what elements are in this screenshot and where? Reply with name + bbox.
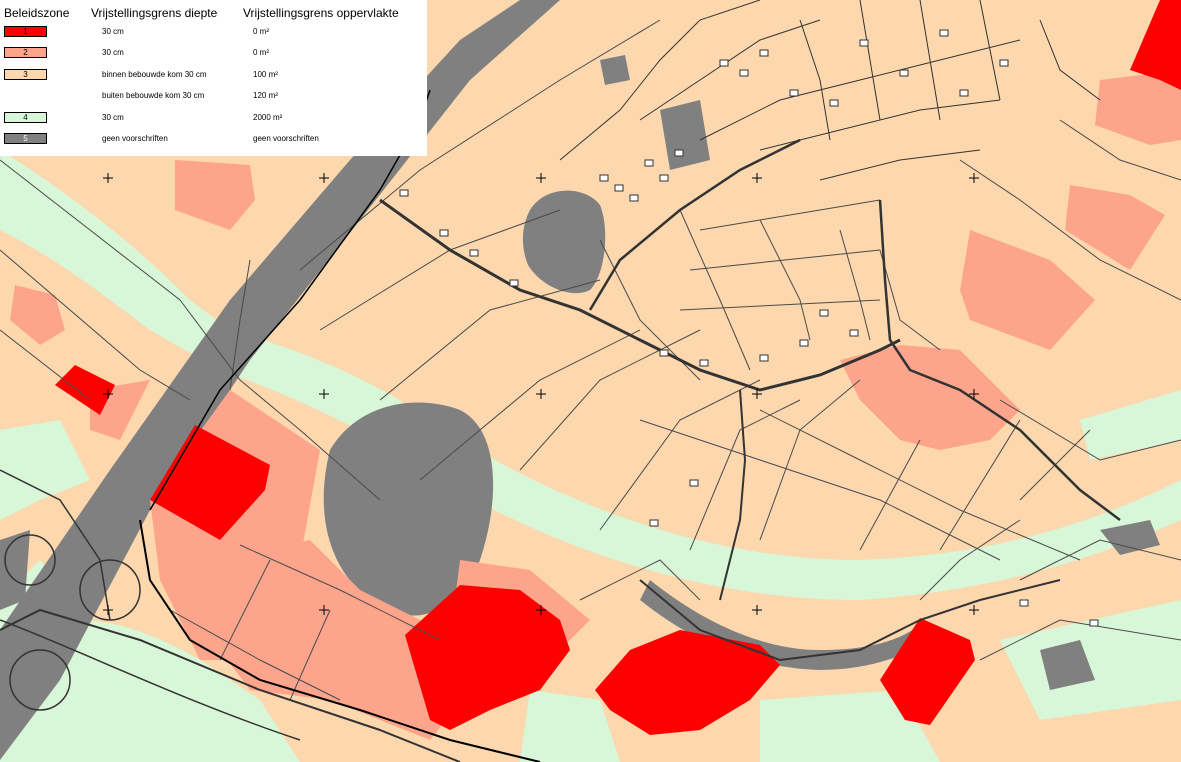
legend-swatch-zone-3: 3 <box>4 69 47 80</box>
legend-depth-zone-4: 30 cm <box>102 113 124 122</box>
legend-swatch-zone-4: 4 <box>4 112 47 123</box>
legend-area-zone-1: 0 m² <box>253 27 269 36</box>
legend-depth-zone-3-outside: buiten bebouwde kom 30 cm <box>102 91 205 100</box>
legend-area-zone-3-outside: 120 m² <box>253 91 278 100</box>
legend-area-zone-2: 0 m² <box>253 48 269 57</box>
legend-swatch-zone-1: 1 <box>4 26 47 37</box>
legend-header-depth: Vrijstellingsgrens diepte <box>91 6 218 20</box>
legend-header-area: Vrijstellingsgrens oppervlakte <box>243 6 399 20</box>
map-legend: Beleidszone Vrijstellingsgrens diepte Vr… <box>0 0 427 156</box>
legend-area-zone-3-inside: 100 m² <box>253 70 278 79</box>
legend-swatch-zone-2: 2 <box>4 47 47 58</box>
legend-area-zone-5: geen voorschriften <box>253 134 319 143</box>
legend-depth-zone-3-inside: binnen bebouwde kom 30 cm <box>102 70 207 79</box>
legend-depth-zone-5: geen voorschriften <box>102 134 168 143</box>
legend-depth-zone-2: 30 cm <box>102 48 124 57</box>
legend-depth-zone-1: 30 cm <box>102 27 124 36</box>
legend-swatch-zone-5: 5 <box>4 133 47 144</box>
legend-header-zone: Beleidszone <box>4 6 70 20</box>
legend-area-zone-4: 2000 m² <box>253 113 283 122</box>
